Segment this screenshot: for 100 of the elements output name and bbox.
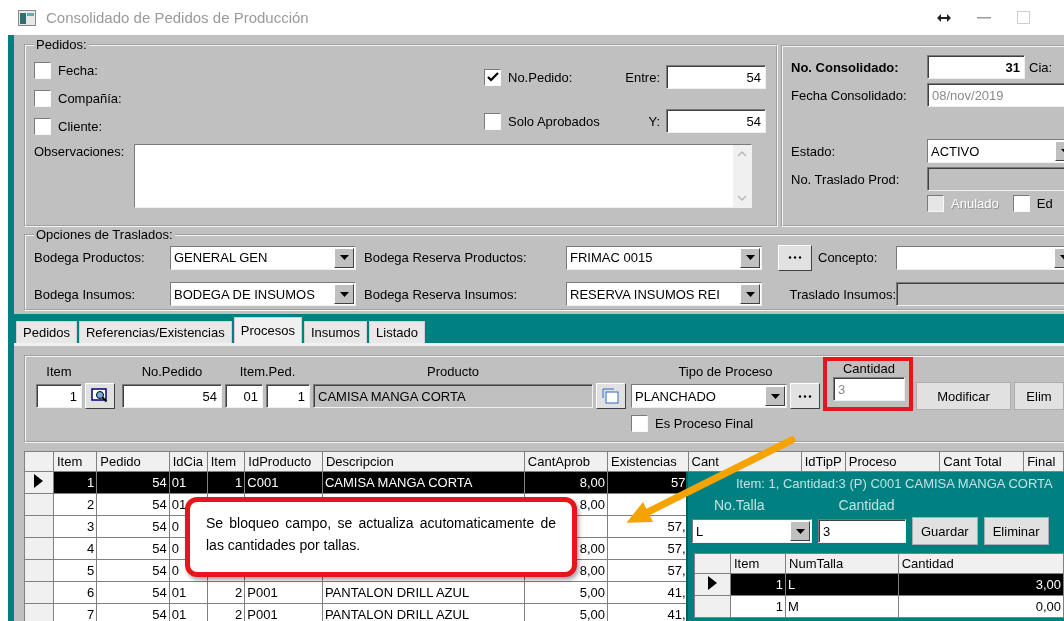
field-label: No.Talla xyxy=(714,497,765,513)
stacked-windows-icon xyxy=(602,388,620,404)
warehouse-select[interactable]: BODEGA DE INSUMOS xyxy=(170,282,356,307)
field-label: Cia: xyxy=(1029,59,1053,75)
window-app-icon xyxy=(18,9,36,26)
checkbox[interactable] xyxy=(34,117,51,135)
tab[interactable]: Pedidos xyxy=(16,321,77,343)
process-select[interactable]: PLANCHADO xyxy=(631,384,787,408)
resize-arrows-icon[interactable] xyxy=(937,13,951,22)
input-field[interactable]: 1 xyxy=(266,384,310,408)
field-label: No. Traslado Prod: xyxy=(791,171,901,187)
field-label: Entre: xyxy=(625,69,660,85)
warehouse-select[interactable]: GENERAL GEN xyxy=(170,245,356,270)
status-select[interactable]: ACTIVO xyxy=(927,139,1064,163)
checkbox[interactable] xyxy=(484,68,501,86)
field-label: Bodega Reserva Productos: xyxy=(364,250,528,266)
input-field[interactable]: 01 xyxy=(225,384,263,408)
checkbox[interactable] xyxy=(34,61,51,79)
warehouse-select[interactable]: FRIMAC 0015 xyxy=(566,245,762,270)
column-header[interactable]: Item xyxy=(207,451,245,472)
size-select[interactable]: L xyxy=(692,519,812,543)
lookup-button[interactable] xyxy=(85,383,115,409)
table-cell: PANTALON DRILL AZUL xyxy=(322,581,525,604)
checkbox[interactable] xyxy=(484,112,501,130)
input-field[interactable]: 1 xyxy=(36,384,82,408)
checkbox-label: No.Pedido: xyxy=(508,69,573,85)
action-button[interactable]: Eliminar xyxy=(983,517,1049,545)
browse-button[interactable] xyxy=(778,244,812,271)
checkbox-label: Cliente: xyxy=(58,118,103,134)
callout-note: Se bloqueo campo, se actualiza acutomaticamente de las cantidades por tallas. xyxy=(185,497,577,577)
window-list-button[interactable] xyxy=(596,383,626,409)
column-header[interactable]: Final xyxy=(1023,451,1064,472)
row-pointer-icon xyxy=(707,576,717,590)
field-label: Item.Ped. xyxy=(238,363,297,379)
field-label: Bodega Insumos: xyxy=(34,286,137,302)
action-button[interactable]: Elim xyxy=(1014,382,1064,410)
column-header[interactable]: Descripcion xyxy=(322,451,525,472)
input-field[interactable]: 3 xyxy=(818,519,906,543)
table-cell: 0,00 xyxy=(898,595,1064,618)
input-field[interactable]: 31 xyxy=(927,55,1025,79)
dropdown-caret-icon xyxy=(339,255,349,261)
action-button[interactable]: Guardar xyxy=(912,517,978,545)
field-label: Estado: xyxy=(791,143,837,159)
checkbox-label: Solo Aprobados xyxy=(508,113,600,129)
input-field[interactable]: 54 xyxy=(666,109,766,133)
input-field[interactable] xyxy=(896,282,1064,307)
field-label: Cantidad xyxy=(838,497,895,513)
column-header[interactable]: CantAprob xyxy=(524,451,608,472)
browse-button[interactable] xyxy=(790,383,820,409)
column-header[interactable]: Existencias xyxy=(607,451,688,472)
field-label: Fecha Consolidado: xyxy=(791,87,908,103)
column-header[interactable]: Proceso xyxy=(845,451,940,472)
field-label: Tipo de Proceso xyxy=(677,363,774,379)
input-field[interactable]: 54 xyxy=(666,65,766,89)
window-title: Consolidado de Pedidos de Producción xyxy=(46,9,310,26)
tab[interactable]: Procesos xyxy=(233,317,302,343)
column-header[interactable]: IdTipP xyxy=(801,451,846,472)
checkbox-label: Compañía: xyxy=(58,90,122,106)
input-field[interactable] xyxy=(927,167,1064,191)
field-label: Traslado Insumos: xyxy=(789,286,896,302)
checkbox[interactable] xyxy=(34,89,51,107)
dropdown-caret-icon xyxy=(745,255,755,261)
minimize-icon[interactable] xyxy=(977,16,991,19)
checkbox[interactable] xyxy=(1012,194,1030,212)
dropdown-caret-icon xyxy=(795,528,805,534)
dialog-title: Item: 1, Cantidad:3 (P) C001 CAMISA MANGA CORTA xyxy=(735,476,1054,491)
checkbox-label: Anulado xyxy=(951,195,999,211)
search-icon xyxy=(91,388,109,404)
checkbox-label: Es Proceso Final xyxy=(655,415,754,431)
field-label: Concepto: xyxy=(818,250,879,266)
column-header[interactable]: NumTalla xyxy=(785,553,899,574)
checkbox-label: Fecha: xyxy=(58,62,98,78)
concept-select[interactable] xyxy=(896,245,1064,270)
action-button[interactable]: Modificar xyxy=(916,382,1011,410)
input-field[interactable]: 54 xyxy=(122,384,222,408)
ellipsis-icon xyxy=(798,394,812,398)
tab[interactable]: Referencias/Existencias xyxy=(79,321,232,343)
field-label: Item xyxy=(45,363,73,379)
column-header[interactable]: IdProducto xyxy=(244,451,323,472)
checkbox[interactable] xyxy=(631,414,648,432)
field-label: Bodega Reserva Insumos: xyxy=(364,286,519,302)
dropdown-caret-icon xyxy=(339,291,349,297)
dropdown-caret-icon xyxy=(745,291,755,297)
field-label: Observaciones: xyxy=(34,144,125,161)
checkbox-label: Ed xyxy=(1036,195,1053,211)
product-field[interactable]: CAMISA MANGA CORTA xyxy=(313,384,593,408)
column-header[interactable]: Item xyxy=(53,451,97,472)
warehouse-select[interactable]: RESERVA INSUMOS REI xyxy=(566,282,762,307)
table-cell: CAMISA MANGA CORTA xyxy=(322,471,525,494)
column-header[interactable]: IdCia xyxy=(169,451,208,472)
field-label: Y: xyxy=(648,113,660,129)
tab[interactable]: Listado xyxy=(369,321,425,343)
column-header[interactable]: Item xyxy=(730,553,786,574)
column-header[interactable]: Cantidad xyxy=(898,553,1064,574)
column-header[interactable]: Cant Total xyxy=(939,451,1024,472)
date-field[interactable]: 08/nov/2019 xyxy=(927,83,1064,107)
tab[interactable]: Insumos xyxy=(303,321,368,343)
field-label: Bodega Productos: xyxy=(34,250,146,266)
group-title: Pedidos: xyxy=(35,37,88,52)
column-header[interactable]: Pedido xyxy=(96,451,170,472)
